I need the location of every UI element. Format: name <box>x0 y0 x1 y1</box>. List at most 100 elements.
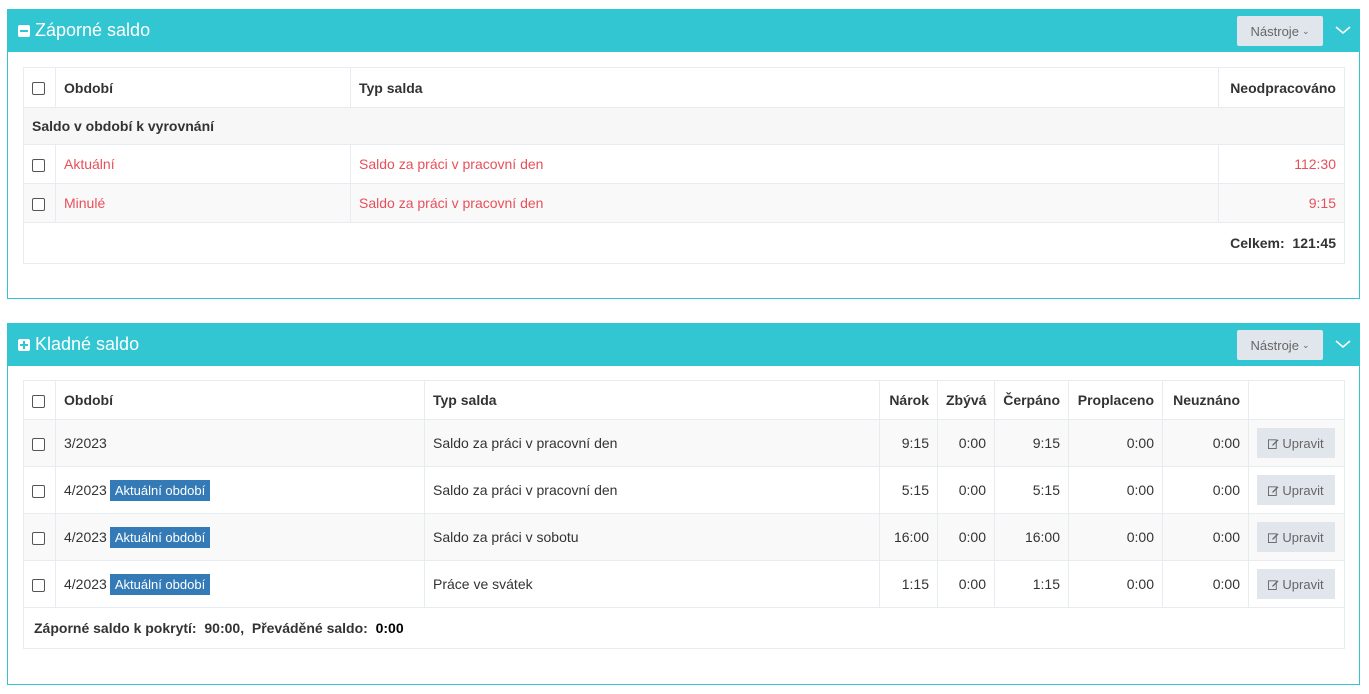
negative-balance-header: Záporné saldo Nástroje ⌄ <box>8 10 1359 52</box>
period-cell: Minulé <box>55 183 351 223</box>
tools-label: Nástroje <box>1250 337 1299 353</box>
column-header-unworked: Neodpracováno <box>1218 67 1345 108</box>
remaining-cell: 0:00 <box>937 560 995 608</box>
claim-cell: 5:15 <box>879 466 938 514</box>
chevron-down-icon: ⌄ <box>1301 339 1310 350</box>
column-header-claim: Nárok <box>879 380 938 420</box>
current-period-badge: Aktuální období <box>109 479 211 501</box>
cover-value: 90:00 <box>204 620 241 636</box>
chevron-down-icon: ⌄ <box>1301 25 1310 36</box>
transfer-value: 0:00 <box>375 620 404 636</box>
paid-cell: 0:00 <box>1068 513 1163 561</box>
table-row: Minulé Saldo za práci v pracovní den 9:1… <box>23 183 1345 223</box>
period-cell: 4/2023 <box>64 528 107 545</box>
group-label: Saldo v období k vyrovnání <box>23 107 1345 145</box>
remaining-cell: 0:00 <box>937 513 995 561</box>
tools-dropdown-button[interactable]: Nástroje ⌄ <box>1237 330 1323 360</box>
edit-label: Upravit <box>1282 576 1324 592</box>
panel-title: Záporné saldo <box>35 20 151 40</box>
used-cell: 9:15 <box>994 419 1069 467</box>
row-checkbox[interactable] <box>32 531 45 545</box>
unworked-cell: 112:30 <box>1218 144 1345 184</box>
paid-cell: 0:00 <box>1068 560 1163 608</box>
expand-plus-icon[interactable] <box>18 339 30 351</box>
chevron-down-icon[interactable] <box>1333 334 1353 354</box>
used-cell: 1:15 <box>994 560 1069 608</box>
paid-cell: 0:00 <box>1068 419 1163 467</box>
row-checkbox[interactable] <box>32 197 45 211</box>
total-row: Celkem: 121:45 <box>23 222 1345 264</box>
column-header-type: Typ salda <box>350 67 1219 108</box>
edit-button[interactable]: Upravit <box>1257 428 1335 458</box>
column-header-type: Typ salda <box>424 380 880 420</box>
table-row: 4/2023 Aktuální období Saldo za práci v s… <box>23 513 1345 561</box>
chevron-down-icon[interactable] <box>1333 20 1353 40</box>
collapse-minus-icon[interactable] <box>18 25 30 37</box>
total-label: Celkem: <box>1230 235 1285 251</box>
used-cell: 5:15 <box>994 466 1069 514</box>
column-header-used: Čerpáno <box>994 380 1069 420</box>
type-cell: Saldo za práci v pracovní den <box>424 419 880 467</box>
column-header-unrecognized: Neuznáno <box>1162 380 1249 420</box>
type-cell: Saldo za práci v sobotu <box>424 513 880 561</box>
unrecognized-cell: 0:00 <box>1162 419 1249 467</box>
unrecognized-cell: 0:00 <box>1162 513 1249 561</box>
paid-cell: 0:00 <box>1068 466 1163 514</box>
tools-dropdown-button[interactable]: Nástroje ⌄ <box>1237 16 1323 46</box>
select-all-checkbox[interactable] <box>32 82 45 96</box>
table-row: 4/2023 Aktuální období Saldo za práci v p… <box>23 466 1345 514</box>
column-header-period: Období <box>55 67 351 108</box>
column-header-remaining: Zbývá <box>937 380 995 420</box>
row-checkbox[interactable] <box>32 578 45 592</box>
type-cell: Práce ve svátek <box>424 560 880 608</box>
edit-button[interactable]: Upravit <box>1257 475 1335 505</box>
unrecognized-cell: 0:00 <box>1162 560 1249 608</box>
table-header-row: Období Typ salda Nárok Zbývá Čerpáno Pro… <box>23 380 1345 420</box>
summary-row: Záporné saldo k pokrytí: 90:00, Převáděn… <box>23 607 1345 649</box>
row-checkbox[interactable] <box>32 437 45 451</box>
unworked-cell: 9:15 <box>1218 183 1345 223</box>
remaining-cell: 0:00 <box>937 419 995 467</box>
negative-balance-table: Období Typ salda Neodpracováno Saldo v o… <box>23 67 1345 264</box>
row-checkbox[interactable] <box>32 158 45 172</box>
edit-button[interactable]: Upravit <box>1257 522 1335 552</box>
table-row: 4/2023 Aktuální období Práce ve svátek 1:… <box>23 560 1345 608</box>
type-cell: Saldo za práci v pracovní den <box>424 466 880 514</box>
row-checkbox[interactable] <box>32 484 45 498</box>
claim-cell: 9:15 <box>879 419 938 467</box>
column-header-paid: Proplaceno <box>1068 380 1163 420</box>
edit-icon <box>1268 579 1279 590</box>
type-cell: Saldo za práci v pracovní den <box>350 183 1219 223</box>
edit-label: Upravit <box>1282 482 1324 498</box>
transfer-label: Převáděné saldo: <box>251 620 368 636</box>
used-cell: 16:00 <box>994 513 1069 561</box>
edit-label: Upravit <box>1282 435 1324 451</box>
type-cell: Saldo za práci v pracovní den <box>350 144 1219 184</box>
panel-title: Kladné saldo <box>35 334 140 354</box>
edit-icon <box>1268 532 1279 543</box>
claim-cell: 16:00 <box>879 513 938 561</box>
edit-label: Upravit <box>1282 529 1324 545</box>
period-cell: 4/2023 <box>64 481 107 498</box>
positive-balance-header: Kladné saldo Nástroje ⌄ <box>8 324 1359 366</box>
edit-button[interactable]: Upravit <box>1257 569 1335 599</box>
claim-cell: 1:15 <box>879 560 938 608</box>
group-row: Saldo v období k vyrovnání <box>23 107 1345 145</box>
period-cell: 4/2023 <box>64 575 107 592</box>
column-header-period: Období <box>55 380 425 420</box>
remaining-cell: 0:00 <box>937 466 995 514</box>
edit-icon <box>1268 485 1279 496</box>
negative-balance-panel: Záporné saldo Nástroje ⌄ Období Typ salda… <box>7 9 1360 299</box>
table-row: 3/2023 Saldo za práci v pracovní den 9:1… <box>23 419 1345 467</box>
positive-balance-panel: Kladné saldo Nástroje ⌄ Období Typ salda … <box>7 323 1360 685</box>
current-period-badge: Aktuální období <box>109 526 211 548</box>
cover-label: Záporné saldo k pokrytí: <box>34 620 197 636</box>
period-cell: 3/2023 <box>64 435 107 451</box>
positive-balance-table: Období Typ salda Nárok Zbývá Čerpáno Pro… <box>23 380 1345 649</box>
tools-label: Nástroje <box>1250 23 1299 39</box>
current-period-badge: Aktuální období <box>109 573 211 595</box>
table-row: Aktuální Saldo za práci v pracovní den 1… <box>23 144 1345 184</box>
edit-icon <box>1268 438 1279 449</box>
select-all-checkbox[interactable] <box>32 394 45 408</box>
period-cell: Aktuální <box>55 144 351 184</box>
